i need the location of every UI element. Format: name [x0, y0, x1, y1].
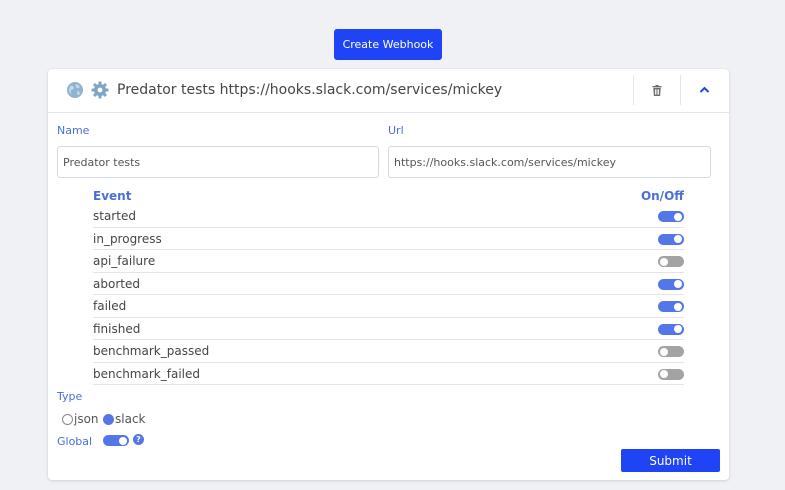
event-row: finished — [93, 318, 684, 340]
gear-icon — [91, 81, 109, 99]
event-column-header: Event — [93, 189, 132, 203]
globe-icon — [66, 81, 84, 99]
event-row: api_failure — [93, 250, 684, 273]
name-input[interactable] — [57, 146, 379, 178]
event-toggle[interactable] — [658, 368, 684, 380]
header-divider — [680, 75, 681, 105]
webhook-title: Predator tests https://hooks.slack.com/s… — [117, 82, 503, 98]
trash-icon — [652, 84, 662, 96]
event-row: in_progress — [93, 228, 684, 250]
event-row: benchmark_failed — [93, 363, 684, 385]
event-name: benchmark_passed — [93, 344, 210, 358]
create-webhook-button[interactable]: Create Webhook — [334, 29, 442, 60]
event-toggle[interactable] — [658, 323, 684, 335]
type-radio-json[interactable]: json — [62, 412, 99, 426]
event-row: failed — [93, 295, 684, 318]
type-radio-slack[interactable]: slack — [103, 412, 146, 426]
help-icon[interactable]: ? — [133, 434, 144, 445]
onoff-column-header: On/Off — [640, 189, 684, 203]
url-label: Url — [388, 124, 404, 137]
event-name: api_failure — [93, 254, 156, 268]
delete-button[interactable] — [644, 77, 670, 103]
event-name: aborted — [93, 276, 140, 291]
radio-button[interactable] — [62, 413, 73, 425]
event-name: failed — [93, 299, 127, 313]
radio-label: slack — [115, 412, 146, 426]
event-name: started — [93, 209, 136, 223]
event-toggle[interactable] — [658, 278, 684, 290]
events-table: Event On/Off started in_progress api_failu… — [93, 187, 684, 385]
radio-label: json — [74, 412, 99, 426]
event-toggle[interactable] — [658, 233, 684, 245]
submit-button[interactable]: Submit — [621, 449, 720, 472]
chevron-up-icon — [699, 86, 709, 93]
events-header: Event On/Off — [93, 187, 684, 205]
global-label: Global — [57, 435, 93, 448]
global-toggle[interactable] — [103, 435, 129, 446]
event-toggle[interactable] — [658, 211, 684, 222]
name-label: Name — [57, 124, 90, 137]
event-row: started — [93, 205, 684, 228]
collapse-button[interactable] — [691, 77, 717, 103]
event-toggle[interactable] — [658, 346, 684, 357]
url-input[interactable] — [388, 146, 711, 178]
radio-button[interactable] — [103, 413, 114, 425]
event-row: benchmark_passed — [93, 340, 684, 363]
webhook-card-header: Predator tests https://hooks.slack.com/s… — [48, 69, 729, 113]
event-name: benchmark_failed — [93, 366, 200, 381]
event-toggle[interactable] — [658, 256, 684, 267]
event-name: finished — [93, 321, 141, 336]
type-label: Type — [57, 390, 83, 403]
event-name: in_progress — [93, 231, 162, 246]
webhook-card: Predator tests https://hooks.slack.com/s… — [48, 69, 729, 480]
header-divider — [633, 75, 634, 105]
event-row: aborted — [93, 273, 684, 295]
event-toggle[interactable] — [658, 301, 684, 312]
